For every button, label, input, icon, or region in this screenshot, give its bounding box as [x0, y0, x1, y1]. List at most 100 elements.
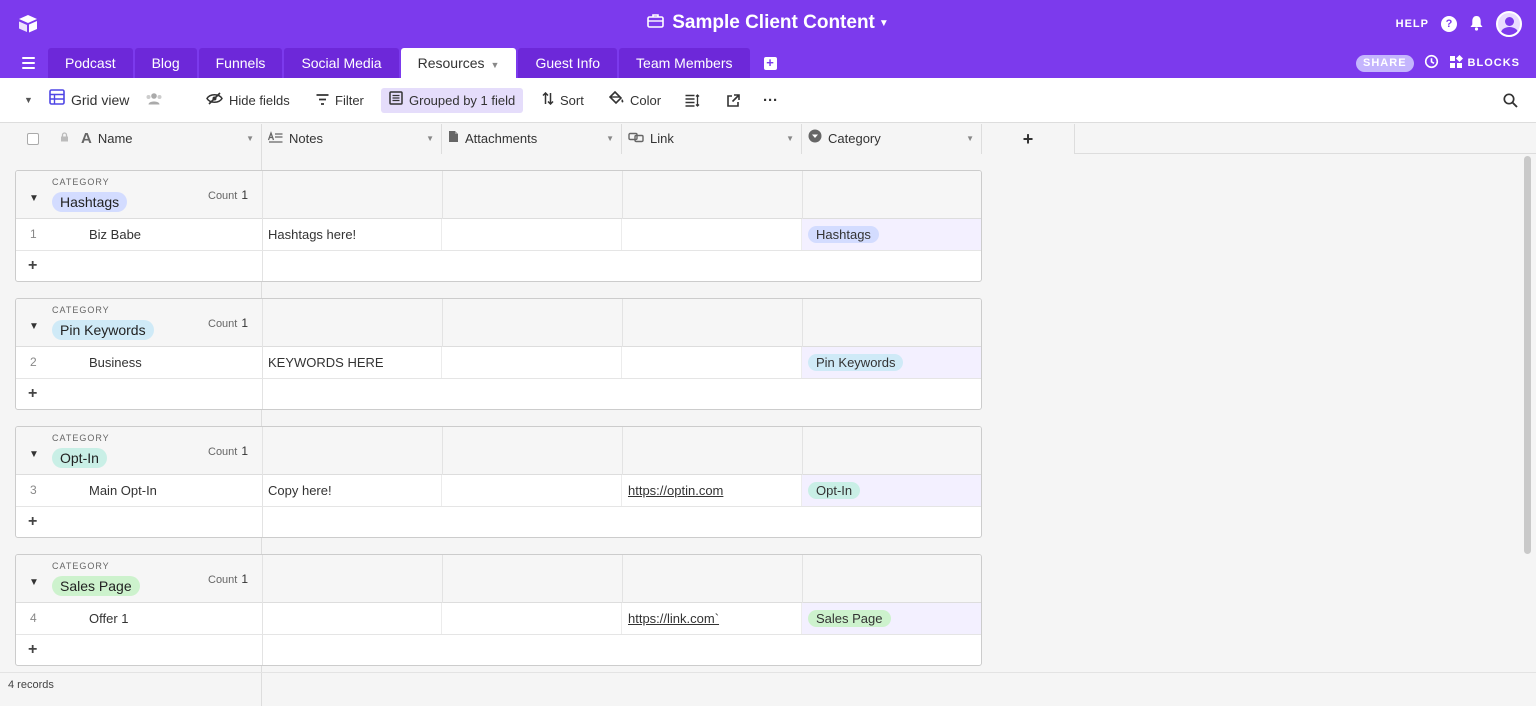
sort-button[interactable]: Sort	[542, 88, 584, 113]
base-title[interactable]: Sample Client Content ▼	[0, 12, 1536, 34]
filter-button[interactable]: Filter	[316, 88, 364, 113]
help-icon[interactable]: ?	[1441, 16, 1457, 32]
group-header: ▼ CATEGORY Sales Page Count 1	[16, 555, 981, 603]
share-button[interactable]: SHARE	[1356, 54, 1414, 72]
row-number: 2	[30, 355, 37, 369]
row-number: 4	[30, 611, 37, 625]
tab-label: Blog	[151, 55, 180, 71]
add-record-row[interactable]: +	[16, 379, 981, 409]
tab-label: Team Members	[636, 55, 733, 71]
table-row[interactable]: 4 Offer 1 https://link.com` Sales Page	[16, 603, 981, 635]
tab-team-members[interactable]: Team Members	[619, 48, 750, 78]
group-header: ▼ CATEGORY Opt-In Count 1	[16, 427, 981, 475]
cell-attachments[interactable]	[442, 347, 622, 378]
group-count: Count 1	[208, 316, 248, 330]
count-value: 1	[241, 444, 249, 458]
cell-category[interactable]: Pin Keywords	[802, 347, 981, 378]
grid-footer: 4 records	[0, 672, 1536, 706]
row-height-icon[interactable]	[685, 88, 700, 113]
paint-bucket-icon	[608, 88, 624, 113]
cell-category[interactable]: Hashtags	[802, 219, 981, 250]
chevron-down-icon[interactable]: ▼	[606, 124, 614, 154]
add-record-row[interactable]: +	[16, 507, 981, 537]
cell-name[interactable]: Business	[83, 347, 262, 378]
long-text-icon	[267, 124, 283, 154]
bell-icon[interactable]	[1469, 15, 1484, 34]
chevron-down-icon[interactable]: ▼	[786, 124, 794, 154]
column-header-notes[interactable]: Notes ▼	[262, 124, 442, 154]
add-record-icon[interactable]: +	[28, 513, 37, 531]
vertical-scrollbar[interactable]	[1524, 156, 1531, 554]
cell-notes[interactable]: Copy here!	[262, 475, 442, 506]
chevron-down-icon[interactable]: ▼	[426, 124, 434, 154]
tab-social-media[interactable]: Social Media	[284, 48, 399, 78]
view-switcher[interactable]: Grid view	[49, 88, 163, 113]
record-group: ▼ CATEGORY Sales Page Count 1 4 Offer 1 h…	[15, 554, 982, 666]
chevron-down-icon[interactable]: ▼	[491, 60, 500, 70]
category-pill: Sales Page	[808, 610, 891, 627]
chevron-down-icon[interactable]: ▼	[246, 124, 254, 154]
tab-funnels[interactable]: Funnels	[198, 48, 283, 78]
chevron-down-icon[interactable]: ▼	[966, 124, 974, 154]
column-label: Notes	[289, 131, 323, 146]
top-bar: Sample Client Content ▼ HELP ?	[0, 0, 1536, 48]
group-field-label: CATEGORY	[52, 177, 110, 187]
cell-link[interactable]	[622, 347, 802, 378]
table-row[interactable]: 3 Main Opt-In Copy here! https://optin.c…	[16, 475, 981, 507]
add-record-icon[interactable]: +	[28, 641, 37, 659]
avatar[interactable]	[1496, 11, 1522, 37]
search-icon[interactable]	[1503, 88, 1518, 113]
lock-icon	[60, 124, 69, 154]
add-record-icon[interactable]: +	[28, 257, 37, 275]
column-header-name[interactable]: A Name ▼	[0, 124, 262, 154]
column-header-attachments[interactable]: Attachments ▼	[442, 124, 622, 154]
color-button[interactable]: Color	[608, 88, 662, 113]
collaborators-icon[interactable]	[145, 88, 163, 113]
share-view-icon[interactable]	[726, 88, 740, 113]
tab-podcast[interactable]: Podcast	[48, 48, 133, 78]
menu-icon[interactable]	[22, 57, 35, 69]
cell-notes[interactable]: KEYWORDS HERE	[262, 347, 442, 378]
add-record-icon[interactable]: +	[28, 385, 37, 403]
cell-name[interactable]: Main Opt-In	[83, 475, 262, 506]
cell-name[interactable]: Biz Babe	[83, 219, 262, 250]
cell-category[interactable]: Opt-In	[802, 475, 981, 506]
blocks-button[interactable]: BLOCKS	[1449, 54, 1520, 72]
table-row[interactable]: 2 Business KEYWORDS HERE Pin Keywords	[16, 347, 981, 379]
grid-icon	[49, 88, 65, 113]
cell-link[interactable]: https://link.com`	[622, 603, 802, 634]
base-title-text: Sample Client Content	[672, 12, 875, 34]
cell-notes[interactable]	[262, 603, 442, 634]
group-button[interactable]: Grouped by 1 field	[381, 88, 524, 113]
tab-blog[interactable]: Blog	[134, 48, 197, 78]
table-row[interactable]: 1 Biz Babe Hashtags here! Hashtags	[16, 219, 981, 251]
tab-resources[interactable]: Resources ▼	[400, 48, 517, 78]
cell-attachments[interactable]	[442, 219, 622, 250]
add-field-icon[interactable]: +	[982, 124, 1075, 154]
column-header-link[interactable]: Link ▼	[622, 124, 802, 154]
collapse-group-icon[interactable]: ▼	[29, 321, 39, 332]
tab-guest-info[interactable]: Guest Info	[518, 48, 618, 78]
collapse-group-icon[interactable]: ▼	[29, 193, 39, 204]
help-button[interactable]: HELP	[1396, 18, 1429, 30]
cell-notes[interactable]: Hashtags here!	[262, 219, 442, 250]
more-options-icon[interactable]: ···	[763, 88, 778, 113]
table-tabs: Podcast Blog Funnels Social Media Resour…	[48, 48, 777, 78]
hide-fields-button[interactable]: Hide fields	[206, 88, 290, 113]
cell-attachments[interactable]	[442, 475, 622, 506]
column-header-category[interactable]: Category ▼	[802, 124, 982, 154]
select-all-checkbox[interactable]	[27, 133, 39, 145]
add-table-icon[interactable]: +	[763, 56, 777, 70]
collapse-group-icon[interactable]: ▼	[29, 449, 39, 460]
history-icon[interactable]	[1424, 54, 1439, 72]
cell-link[interactable]	[622, 219, 802, 250]
cell-category[interactable]: Sales Page	[802, 603, 981, 634]
views-toggle-icon[interactable]: ▼	[24, 88, 33, 113]
cell-name[interactable]: Offer 1	[83, 603, 262, 634]
cell-link[interactable]: https://optin.com	[622, 475, 802, 506]
add-record-row[interactable]: +	[16, 251, 981, 281]
color-label: Color	[630, 93, 662, 108]
add-record-row[interactable]: +	[16, 635, 981, 665]
collapse-group-icon[interactable]: ▼	[29, 577, 39, 588]
cell-attachments[interactable]	[442, 603, 622, 634]
